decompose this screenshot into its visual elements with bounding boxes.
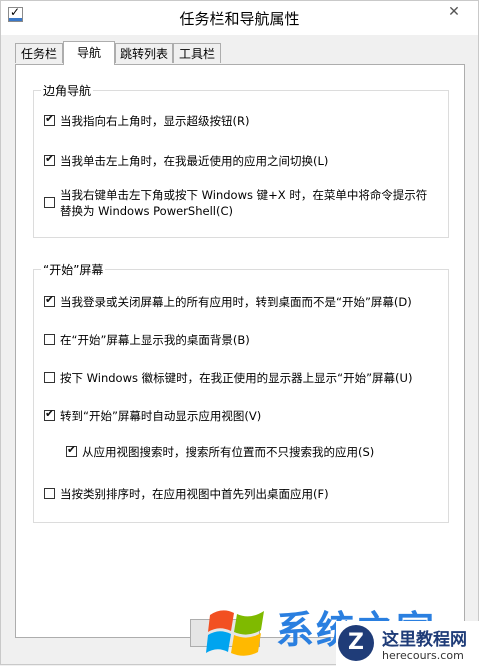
checkbox[interactable] bbox=[44, 488, 55, 499]
badge-url: herecours.com bbox=[382, 649, 464, 662]
tab-navigation[interactable]: 导航 bbox=[63, 41, 115, 65]
watermark: 系统之家 Z 这里教程网 herecours.com bbox=[206, 599, 479, 666]
checkbox-label-line2: 替换为 Windows PowerShell(C) bbox=[60, 204, 233, 218]
check-icon: ✔ bbox=[45, 152, 55, 165]
badge-title: 这里教程网 bbox=[382, 630, 467, 650]
checkbox-label: 按下 Windows 徽标键时，在我正使用的显示器上显示“开始”屏幕(U) bbox=[60, 371, 413, 385]
window-title: 任务栏和导航属性 bbox=[179, 10, 300, 28]
corner-nav-group: 边角导航 ✔ 当我指向右上角时，显示超级按钮(R) ✔ 当我单击左上角时，在我最… bbox=[33, 82, 449, 238]
checkbox[interactable]: ✔ bbox=[66, 443, 77, 457]
check-icon: ✔ bbox=[45, 112, 55, 125]
checkbox-label: 当按类别排序时，在应用视图中首先列出桌面应用(F) bbox=[60, 487, 329, 501]
checkbox[interactable]: ✔ bbox=[44, 407, 55, 421]
checkbox[interactable]: ✔ bbox=[44, 112, 55, 126]
checkbox[interactable] bbox=[44, 334, 55, 345]
tab-jump-lists[interactable]: 跳转列表 bbox=[115, 43, 173, 63]
close-icon: ✕ bbox=[448, 4, 460, 20]
group-title: “开始”屏幕 bbox=[41, 261, 106, 278]
title-bar: ✓ 任务栏和导航属性 ✕ bbox=[1, 1, 478, 35]
start-screen-group: “开始”屏幕 ✔ 当我登录或关闭屏幕上的所有应用时，转到桌面而不是“开始”屏幕(… bbox=[33, 261, 449, 523]
checkbox-label: 在“开始”屏幕上显示我的桌面背景(B) bbox=[60, 333, 250, 347]
group-title: 边角导航 bbox=[41, 82, 94, 99]
check-icon: ✔ bbox=[45, 407, 55, 420]
dialog-window: ✓ 任务栏和导航属性 ✕ 任务栏 导航 跳转列表 工具栏 边角导航 ✔ 当我指向… bbox=[0, 0, 479, 666]
checkbox[interactable]: ✔ bbox=[44, 293, 55, 307]
site-badge: Z 这里教程网 herecours.com bbox=[336, 621, 479, 666]
tab-toolbars[interactable]: 工具栏 bbox=[173, 43, 221, 63]
checkbox[interactable] bbox=[44, 197, 55, 208]
checkbox-label: 从应用视图搜索时，搜索所有位置而不只搜索我的应用(S) bbox=[82, 445, 375, 459]
checkbox-label: 转到“开始”屏幕时自动显示应用视图(V) bbox=[60, 409, 262, 423]
tab-panel: 边角导航 ✔ 当我指向右上角时，显示超级按钮(R) ✔ 当我单击左上角时，在我最… bbox=[15, 64, 465, 638]
checkbox-label: 当我右键单击左下角或按下 Windows 键+X 时，在菜单中将命令提示符 bbox=[60, 188, 428, 202]
checkbox-label: 当我指向右上角时，显示超级按钮(R) bbox=[60, 114, 250, 128]
check-icon: ✔ bbox=[45, 293, 55, 306]
checkbox[interactable]: ✔ bbox=[44, 152, 55, 166]
checkbox-label: 当我登录或关闭屏幕上的所有应用时，转到桌面而不是“开始”屏幕(D) bbox=[60, 295, 412, 309]
windows-logo-icon bbox=[206, 610, 264, 656]
checkbox-label: 当我单击左上角时，在我最近使用的应用之间切换(L) bbox=[60, 154, 329, 168]
badge-logo-icon: Z bbox=[338, 625, 374, 661]
close-button[interactable]: ✕ bbox=[437, 1, 471, 23]
check-icon: ✔ bbox=[67, 443, 77, 456]
tab-taskbar[interactable]: 任务栏 bbox=[15, 43, 63, 63]
checkbox[interactable] bbox=[44, 372, 55, 383]
